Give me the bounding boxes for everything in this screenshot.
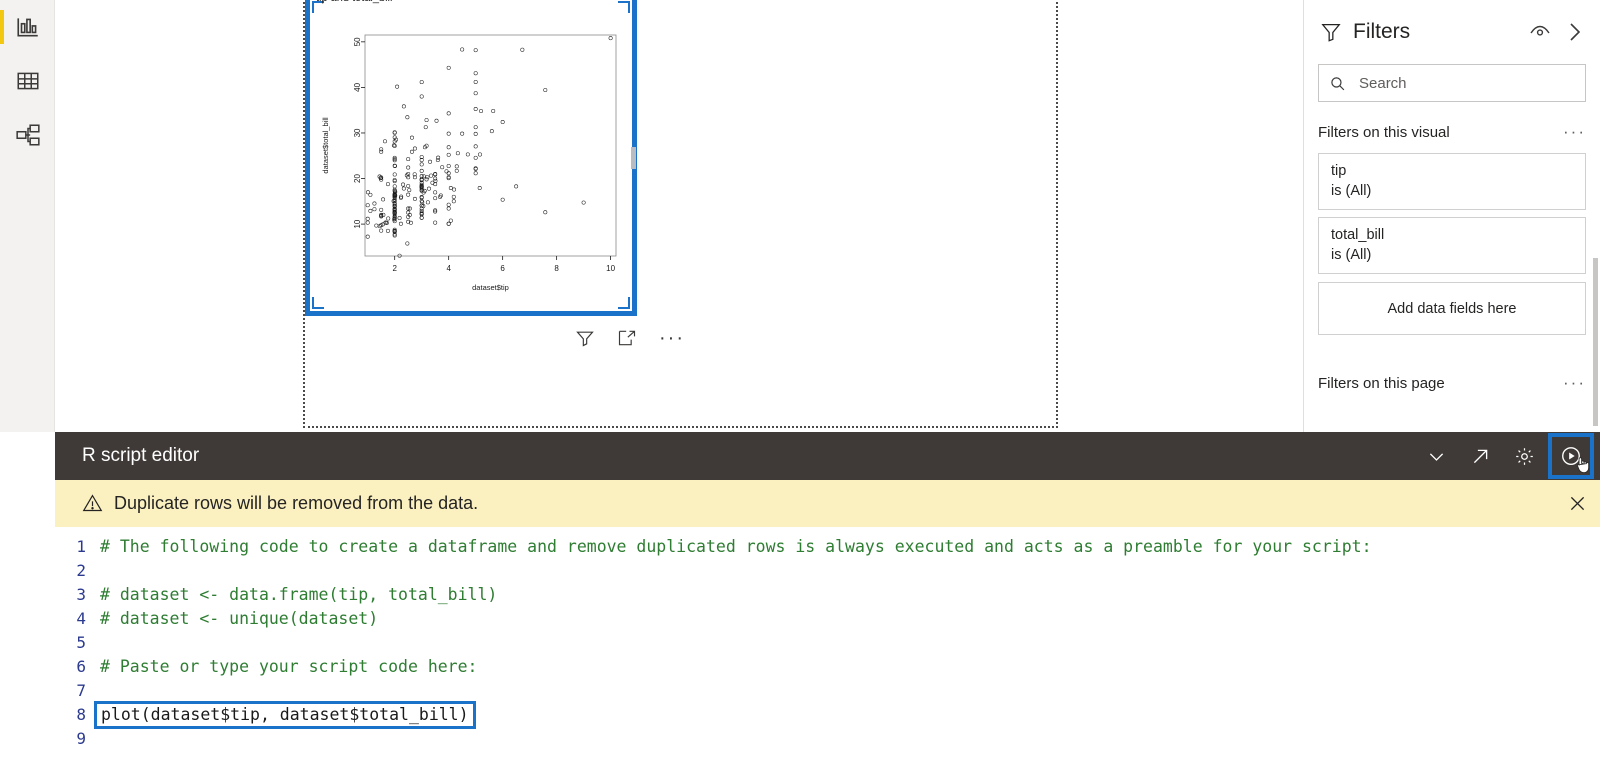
line-number: 6: [76, 657, 86, 676]
filters-on-visual-header: Filters on this visual ···: [1304, 118, 1600, 146]
code-text: # The following code to create a datafra…: [100, 537, 1372, 556]
scatter-plot-svg: 2 4 6 8 10 10 20 30 40 50 dataset$tip dataset$total…: [321, 34, 617, 292]
code-line[interactable]: 1 # The following code to create a datafr…: [55, 535, 1600, 559]
r-script-editor-title: R script editor: [82, 445, 200, 466]
filter-condition: is (All): [1331, 247, 1372, 263]
resize-handle-top-right[interactable]: [618, 1, 630, 13]
diagonal-arrow-icon: [1473, 449, 1487, 463]
visual-footer-toolbar[interactable]: ···: [575, 322, 705, 354]
filters-on-visual-title: Filters on this visual: [1318, 123, 1450, 141]
svg-text:6: 6: [500, 264, 505, 273]
r-script-editor-titlebar: R script editor: [55, 432, 1600, 480]
svg-text:8: 8: [554, 264, 559, 273]
resize-handle-bottom[interactable]: [459, 311, 491, 315]
search-icon: [1331, 76, 1345, 90]
r-script-editor: R script editor Duplicate rows will be r…: [55, 432, 1600, 768]
svg-text:4: 4: [446, 264, 451, 273]
filters-pane: Filters Filters on this visual ···: [1303, 0, 1600, 432]
code-line[interactable]: 7: [55, 679, 1600, 703]
close-icon: [1570, 496, 1584, 511]
warning-triangle-icon: [82, 494, 103, 512]
line-number: 1: [76, 537, 86, 556]
filter-condition: is (All): [1331, 183, 1372, 199]
filters-on-visual-menu-icon[interactable]: ···: [1563, 122, 1586, 142]
code-line[interactable]: 9: [55, 727, 1600, 751]
run-script-button[interactable]: [1548, 433, 1594, 479]
warning-close-button[interactable]: [1554, 480, 1600, 527]
gear-icon: [1515, 447, 1533, 465]
left-nav-rail: [0, 0, 55, 432]
line-number: 2: [76, 561, 86, 580]
filters-body: Filters on this visual ··· tip is (All) …: [1304, 118, 1600, 426]
r-script-editor-toolbar: [1414, 432, 1600, 480]
svg-text:dataset$total_bill: dataset$total_bill: [321, 117, 330, 174]
funnel-icon: [1321, 24, 1341, 42]
chevron-right-icon[interactable]: [1562, 20, 1586, 44]
sidebar-item-model-view[interactable]: [0, 108, 55, 162]
filters-on-page-header: Filters on this page ···: [1304, 369, 1600, 397]
code-text: # dataset <- unique(dataset): [100, 609, 379, 628]
play-circle-icon: [1562, 447, 1580, 465]
svg-text:20: 20: [353, 174, 362, 183]
search-box[interactable]: [1318, 64, 1586, 102]
code-line[interactable]: 6 # Paste or type your script code here:: [55, 655, 1600, 679]
active-indicator: [0, 10, 4, 44]
r-scatter-plot: 2 4 6 8 10 10 20 30 40 50 dataset$tip dataset$total…: [310, 13, 632, 301]
sidebar-item-data-view[interactable]: [0, 54, 55, 108]
code-text: # dataset <- data.frame(tip, total_bill): [100, 585, 498, 604]
code-line[interactable]: 4 # dataset <- unique(dataset): [55, 607, 1600, 631]
popout-button[interactable]: [1458, 432, 1502, 480]
warning-banner: Duplicate rows will be removed from the …: [55, 480, 1600, 527]
table-icon: [16, 72, 39, 90]
svg-text:40: 40: [353, 82, 362, 91]
filters-on-page-menu-icon[interactable]: ···: [1563, 373, 1586, 393]
r-visual-container[interactable]: tip and total_bill 2 4 6 8 10 10 20 30 40 50 datas…: [305, 0, 637, 316]
svg-text:2: 2: [392, 264, 397, 273]
filters-title: Filters: [1353, 20, 1411, 43]
search-input[interactable]: [1357, 73, 1575, 93]
code-line[interactable]: 8 plot(dataset$tip, dataset$total_bill): [55, 701, 1600, 729]
code-text: # Paste or type your script code here:: [100, 657, 478, 676]
line-number: 7: [76, 681, 86, 700]
code-editor-area[interactable]: 1 # The following code to create a datafr…: [55, 527, 1600, 751]
filter-card-tip[interactable]: tip is (All): [1318, 153, 1586, 210]
svg-text:10: 10: [606, 264, 615, 273]
filters-pane-scrollbar[interactable]: [1593, 258, 1598, 426]
sidebar-item-report-view[interactable]: [0, 0, 55, 54]
warning-text: Duplicate rows will be removed from the …: [114, 493, 479, 513]
filters-header: Filters: [1304, 0, 1600, 64]
code-line[interactable]: 5: [55, 631, 1600, 655]
report-canvas[interactable]: tip and total_bill 2 4 6 8 10 10 20 30 40 50 datas…: [55, 0, 1303, 432]
svg-text:50: 50: [353, 37, 362, 46]
add-data-fields-dropzone[interactable]: Add data fields here: [1318, 282, 1586, 335]
visual-more-options-icon[interactable]: ···: [659, 328, 685, 348]
visual-title: tip and total_bill: [316, 0, 392, 6]
code-line[interactable]: 2: [55, 559, 1600, 583]
line-number: 5: [76, 633, 86, 652]
line-number: 9: [76, 729, 86, 748]
svg-text:30: 30: [353, 128, 362, 137]
bar-chart-icon: [16, 18, 38, 37]
filter-field-name: tip: [1331, 163, 1347, 179]
focus-mode-icon[interactable]: [617, 328, 637, 348]
filters-on-page-title: Filters on this page: [1318, 374, 1445, 392]
eye-icon[interactable]: [1528, 20, 1552, 44]
line-number: 3: [76, 585, 86, 604]
line-number: 4: [76, 609, 86, 628]
filter-card-total-bill[interactable]: total_bill is (All): [1318, 217, 1586, 274]
settings-button[interactable]: [1502, 432, 1546, 480]
model-relationships-icon: [15, 124, 40, 146]
code-line[interactable]: 3 # dataset <- data.frame(tip, total_bill…: [55, 583, 1600, 607]
filter-field-name: total_bill: [1331, 227, 1385, 243]
filter-icon[interactable]: [575, 328, 595, 348]
svg-text:10: 10: [353, 219, 362, 228]
filters-search-row: [1304, 64, 1600, 102]
svg-text:dataset$tip: dataset$tip: [472, 283, 509, 292]
chevron-down-icon: [1429, 452, 1443, 461]
highlighted-code-text: plot(dataset$tip, dataset$total_bill): [94, 701, 476, 729]
line-number: 8: [76, 705, 86, 724]
minimize-button[interactable]: [1414, 432, 1458, 480]
